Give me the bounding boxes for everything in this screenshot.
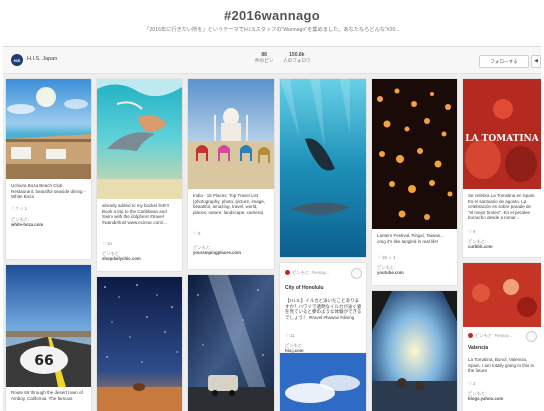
pin-stats: ♡ 7 ☆ 1	[11, 206, 28, 211]
pin-dolphins[interactable]: already added to my bucket list!!!! Book…	[97, 79, 182, 271]
comment-icon[interactable]	[526, 331, 537, 342]
sunset-crowd-image	[372, 291, 457, 411]
pin-description: India - 15 Places: Top Travel List (phot…	[193, 193, 265, 215]
taj-mahal-image	[188, 79, 274, 189]
pin-via[interactable]: ピンもと: curbbit.com	[468, 239, 493, 249]
route-66-image: 66	[6, 265, 91, 387]
pin-beach-club[interactable]: Uchiura Boza Beach Club Restaurant, beau…	[6, 79, 91, 259]
pin-heading[interactable]: City of Honolulu	[285, 285, 324, 291]
pin-description: Lantern Festival, Pingxi, Taiwan... omg …	[377, 233, 444, 244]
route-sign-number: 66	[34, 353, 53, 369]
pin-description: already added to my bucket list!!!! Book…	[102, 203, 170, 225]
underwater-dolphin-image	[280, 79, 366, 257]
pin-milky-way[interactable]	[188, 275, 274, 411]
pin-via[interactable]: ピンもと: yourampingplaces.com	[193, 245, 241, 255]
lantern-festival-image	[372, 79, 457, 229]
pin-source[interactable]: ピンもと: Fennay...	[475, 333, 512, 339]
pin-india[interactable]: India - 15 Places: Top Travel List (phot…	[188, 79, 274, 269]
pin-description: Se celebra La Tomatina en Spain. Es el s…	[468, 193, 536, 221]
pin-via[interactable]: ピンもと: youtube.com	[377, 265, 404, 275]
via-source: shopdailychic.com	[102, 256, 141, 262]
pin-description: Uchiura Boza Beach Club Restaurant, beau…	[11, 183, 86, 200]
pin-via[interactable]: ピンもと: white-boza.com	[11, 217, 43, 227]
starry-beach-image	[97, 277, 182, 411]
la-tomatina-image: LA TOMATINA	[463, 79, 541, 189]
pin-stats: ♡ 10	[102, 241, 112, 246]
dolphin-swim-image	[97, 79, 182, 199]
pinterest-icon	[285, 270, 290, 275]
pin-balloon-sunset[interactable]	[372, 291, 457, 411]
pin-via[interactable]: ピンもと: shopdailychic.com	[102, 251, 141, 261]
page-title: #2016wannago	[223, 8, 321, 23]
pin-stats: ♡ 2	[468, 381, 476, 386]
sky-clouds-image	[280, 353, 366, 411]
company-logo[interactable]: HIS	[11, 54, 23, 66]
pin-route-66[interactable]: 66 Route 66 through the desert town of A…	[6, 265, 91, 411]
via-source: youtube.com	[377, 270, 404, 276]
pin-description: La Tomatina, Bunol, Valencia, Spain. I a…	[468, 357, 535, 374]
pin-swim-dolphin[interactable]	[280, 79, 366, 257]
pin-stats: ♡ 11	[285, 333, 295, 338]
beach-club-image	[6, 79, 91, 179]
via-source: blogs.yahoo.com	[468, 396, 504, 402]
via-source: yourampingplaces.com	[193, 250, 241, 256]
pin-source[interactable]: ピンもと: Fennay...	[292, 270, 329, 276]
pin-lantern-festival[interactable]: Lantern Festival, Pingxi, Taiwan... omg …	[372, 79, 457, 285]
pin-stats: ♡ 9	[468, 229, 476, 234]
follower-count-label: 人のフォロワ	[283, 58, 311, 63]
comment-icon[interactable]	[351, 268, 362, 279]
page-subtitle: 「2016年に行きたい所を」というテーマでH.I.Sスタッフの"Wannago"…	[144, 27, 400, 33]
pin-la-tomatina[interactable]: LA TOMATINA Se celebra La Tomatina en Sp…	[463, 79, 541, 257]
pin-description: Route 66 through the desert town of Ambo…	[11, 390, 83, 401]
pinterest-icon	[468, 333, 473, 338]
pin-heading[interactable]: Valencia	[468, 345, 488, 351]
pin-stats: ♡ 9	[193, 231, 201, 236]
pinterest-board: HIS H.I.S. Japan 88 件のピン 150.8k 人のフォロワ フ…	[3, 46, 541, 411]
pin-sky-clouds[interactable]	[280, 353, 366, 411]
pin-description: 【H.I.S.】イルカと泳いだことありますか？ハワイで透明なイルカが泳ぐ姿を見て…	[285, 298, 362, 320]
share-icon[interactable]: ◀	[531, 55, 541, 68]
tomato-fight-image	[463, 263, 541, 327]
company-name[interactable]: H.I.S. Japan	[27, 56, 57, 62]
pin-starry-beach[interactable]	[97, 277, 182, 411]
pin-stats: ♡ 18 ☆ 1	[377, 255, 396, 260]
via-source: curbbit.com	[468, 244, 493, 250]
follow-button[interactable]: フォローする	[479, 55, 529, 68]
pin-valencia[interactable]: ピンもと: Fennay... Valencia La Tomatina, Bu…	[463, 263, 541, 411]
la-tomatina-overlay: LA TOMATINA	[465, 134, 540, 144]
via-source: white-boza.com	[11, 222, 44, 228]
pin-via[interactable]: ピンもと: his.j.com	[285, 343, 304, 353]
pin-count-label: 件のピン	[255, 58, 274, 63]
board-header: HIS H.I.S. Japan 88 件のピン 150.8k 人のフォロワ フ…	[3, 47, 541, 74]
pin-count[interactable]: 88 件のピン	[255, 52, 273, 64]
pin-via[interactable]: ピンもと: blogs.yahoo.com	[468, 391, 503, 401]
milky-way-camper-image	[188, 275, 274, 411]
follower-count[interactable]: 150.8k 人のフォロワ	[283, 52, 311, 64]
